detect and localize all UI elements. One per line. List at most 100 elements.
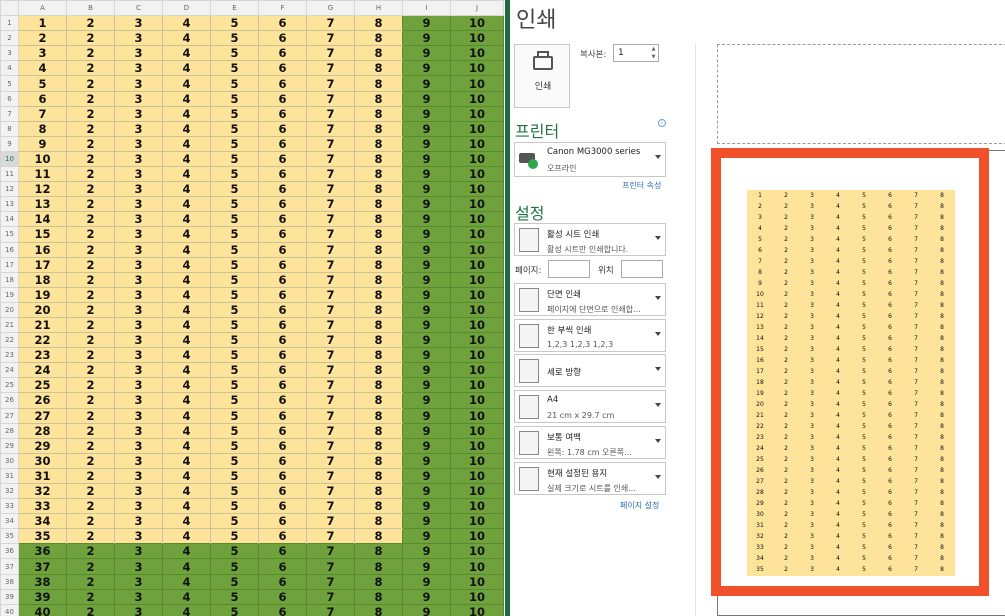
cell[interactable]: 34 xyxy=(18,513,67,530)
cell[interactable]: 8 xyxy=(354,135,403,152)
cell[interactable]: 3 xyxy=(114,437,163,454)
column-header[interactable]: E xyxy=(210,0,259,17)
cell[interactable]: 2 xyxy=(66,437,115,454)
cell[interactable]: 3 xyxy=(114,558,163,575)
cell[interactable]: 4 xyxy=(162,482,211,500)
cell[interactable]: 8 xyxy=(354,407,403,424)
cell[interactable]: 10 xyxy=(450,543,504,560)
cell[interactable]: 3 xyxy=(114,528,163,545)
cell[interactable]: 9 xyxy=(402,196,451,213)
column-header[interactable]: B xyxy=(66,0,115,17)
cell[interactable]: 10 xyxy=(450,603,504,616)
cell[interactable]: 3 xyxy=(114,135,163,152)
cell[interactable]: 24 xyxy=(18,362,67,379)
cell[interactable]: 3 xyxy=(114,377,163,394)
cell[interactable]: 7 xyxy=(306,150,355,168)
cell[interactable]: 7 xyxy=(306,105,355,122)
printer-select[interactable]: Canon MG3000 series 오프라인 xyxy=(514,142,666,177)
cell[interactable]: 10 xyxy=(450,181,504,198)
cell[interactable]: 5 xyxy=(210,271,259,288)
cell[interactable]: 28 xyxy=(18,422,67,439)
cell[interactable]: 8 xyxy=(354,256,403,273)
cell[interactable]: 10 xyxy=(450,301,504,318)
cell[interactable]: 3 xyxy=(114,241,163,258)
cell[interactable]: 8 xyxy=(354,558,403,575)
cell[interactable]: 7 xyxy=(306,452,355,469)
cell[interactable]: 3 xyxy=(114,316,163,334)
copies-input[interactable]: 1 ▲ ▼ xyxy=(613,44,659,62)
cell[interactable]: 3 xyxy=(114,105,163,122)
cell[interactable]: 9 xyxy=(402,482,451,500)
cell[interactable]: 3 xyxy=(114,452,163,469)
cell[interactable]: 7 xyxy=(306,15,355,32)
cell[interactable]: 2 xyxy=(66,422,115,439)
cell[interactable]: 2 xyxy=(66,347,115,364)
cell[interactable]: 8 xyxy=(354,316,403,334)
row-header[interactable]: 34 xyxy=(0,513,19,530)
cell[interactable]: 8 xyxy=(354,467,403,485)
cell[interactable]: 6 xyxy=(258,407,307,424)
copies-spinner[interactable]: ▲ ▼ xyxy=(649,45,658,61)
cell[interactable]: 4 xyxy=(162,60,211,77)
cell[interactable]: 9 xyxy=(402,347,451,364)
cell[interactable]: 10 xyxy=(450,286,504,303)
cell[interactable]: 9 xyxy=(402,271,451,288)
cell[interactable]: 8 xyxy=(354,271,403,288)
row-header[interactable]: 40 xyxy=(0,603,19,616)
cell[interactable]: 9 xyxy=(402,573,451,590)
cell[interactable]: 9 xyxy=(402,256,451,273)
cell[interactable]: 11 xyxy=(18,166,67,183)
cell[interactable]: 5 xyxy=(210,316,259,334)
cell[interactable]: 2 xyxy=(66,15,115,32)
row-header[interactable]: 21 xyxy=(0,316,19,334)
cell[interactable]: 8 xyxy=(354,332,403,349)
cell[interactable]: 7 xyxy=(306,543,355,560)
info-icon[interactable]: i xyxy=(658,119,666,127)
cell[interactable]: 3 xyxy=(114,392,163,409)
cell[interactable]: 7 xyxy=(306,181,355,198)
cell[interactable]: 8 xyxy=(354,166,403,183)
cell[interactable]: 2 xyxy=(66,316,115,334)
cell[interactable]: 3 xyxy=(114,301,163,318)
cell[interactable]: 2 xyxy=(66,392,115,409)
cell[interactable]: 5 xyxy=(210,166,259,183)
cell[interactable]: 7 xyxy=(306,513,355,530)
row-header[interactable]: 32 xyxy=(0,482,19,500)
cell[interactable]: 10 xyxy=(450,467,504,485)
cell[interactable]: 4 xyxy=(162,286,211,303)
cell[interactable]: 9 xyxy=(402,588,451,605)
cell[interactable]: 10 xyxy=(450,120,504,137)
cell[interactable]: 4 xyxy=(162,422,211,439)
cell[interactable]: 5 xyxy=(210,60,259,77)
cell[interactable]: 10 xyxy=(450,437,504,454)
cell[interactable]: 4 xyxy=(162,452,211,469)
cell[interactable]: 10 xyxy=(18,150,67,168)
cell[interactable]: 8 xyxy=(354,105,403,122)
cell[interactable]: 7 xyxy=(306,437,355,454)
cell[interactable]: 6 xyxy=(258,452,307,469)
cell[interactable]: 3 xyxy=(114,482,163,500)
cell[interactable]: 3 xyxy=(114,166,163,183)
cell[interactable]: 6 xyxy=(258,15,307,32)
cell[interactable]: 6 xyxy=(258,166,307,183)
cell[interactable]: 5 xyxy=(210,256,259,273)
cell[interactable]: 8 xyxy=(354,482,403,500)
setting-dropdown[interactable]: A4 21 cm x 29.7 cm xyxy=(514,390,666,423)
cell[interactable]: 37 xyxy=(18,558,67,575)
cell[interactable]: 30 xyxy=(18,452,67,469)
cell[interactable]: 19 xyxy=(18,286,67,303)
cell[interactable]: 2 xyxy=(18,30,67,47)
cell[interactable]: 8 xyxy=(354,437,403,454)
cell[interactable]: 8 xyxy=(354,181,403,198)
cell[interactable]: 4 xyxy=(162,377,211,394)
cell[interactable]: 3 xyxy=(114,60,163,77)
setting-dropdown[interactable]: 보통 여백 왼쪽: 1.78 cm 오른쪽... xyxy=(514,426,666,459)
cell[interactable]: 2 xyxy=(66,45,115,62)
cell[interactable]: 10 xyxy=(450,75,504,92)
cell[interactable]: 6 xyxy=(258,347,307,364)
setting-dropdown[interactable]: 현재 설정된 용지 실제 크기로 시트를 인쇄... xyxy=(514,462,666,495)
cell[interactable]: 7 xyxy=(306,573,355,590)
row-header[interactable]: 5 xyxy=(0,75,19,92)
cell[interactable]: 16 xyxy=(18,241,67,258)
row-header[interactable]: 33 xyxy=(0,498,19,515)
